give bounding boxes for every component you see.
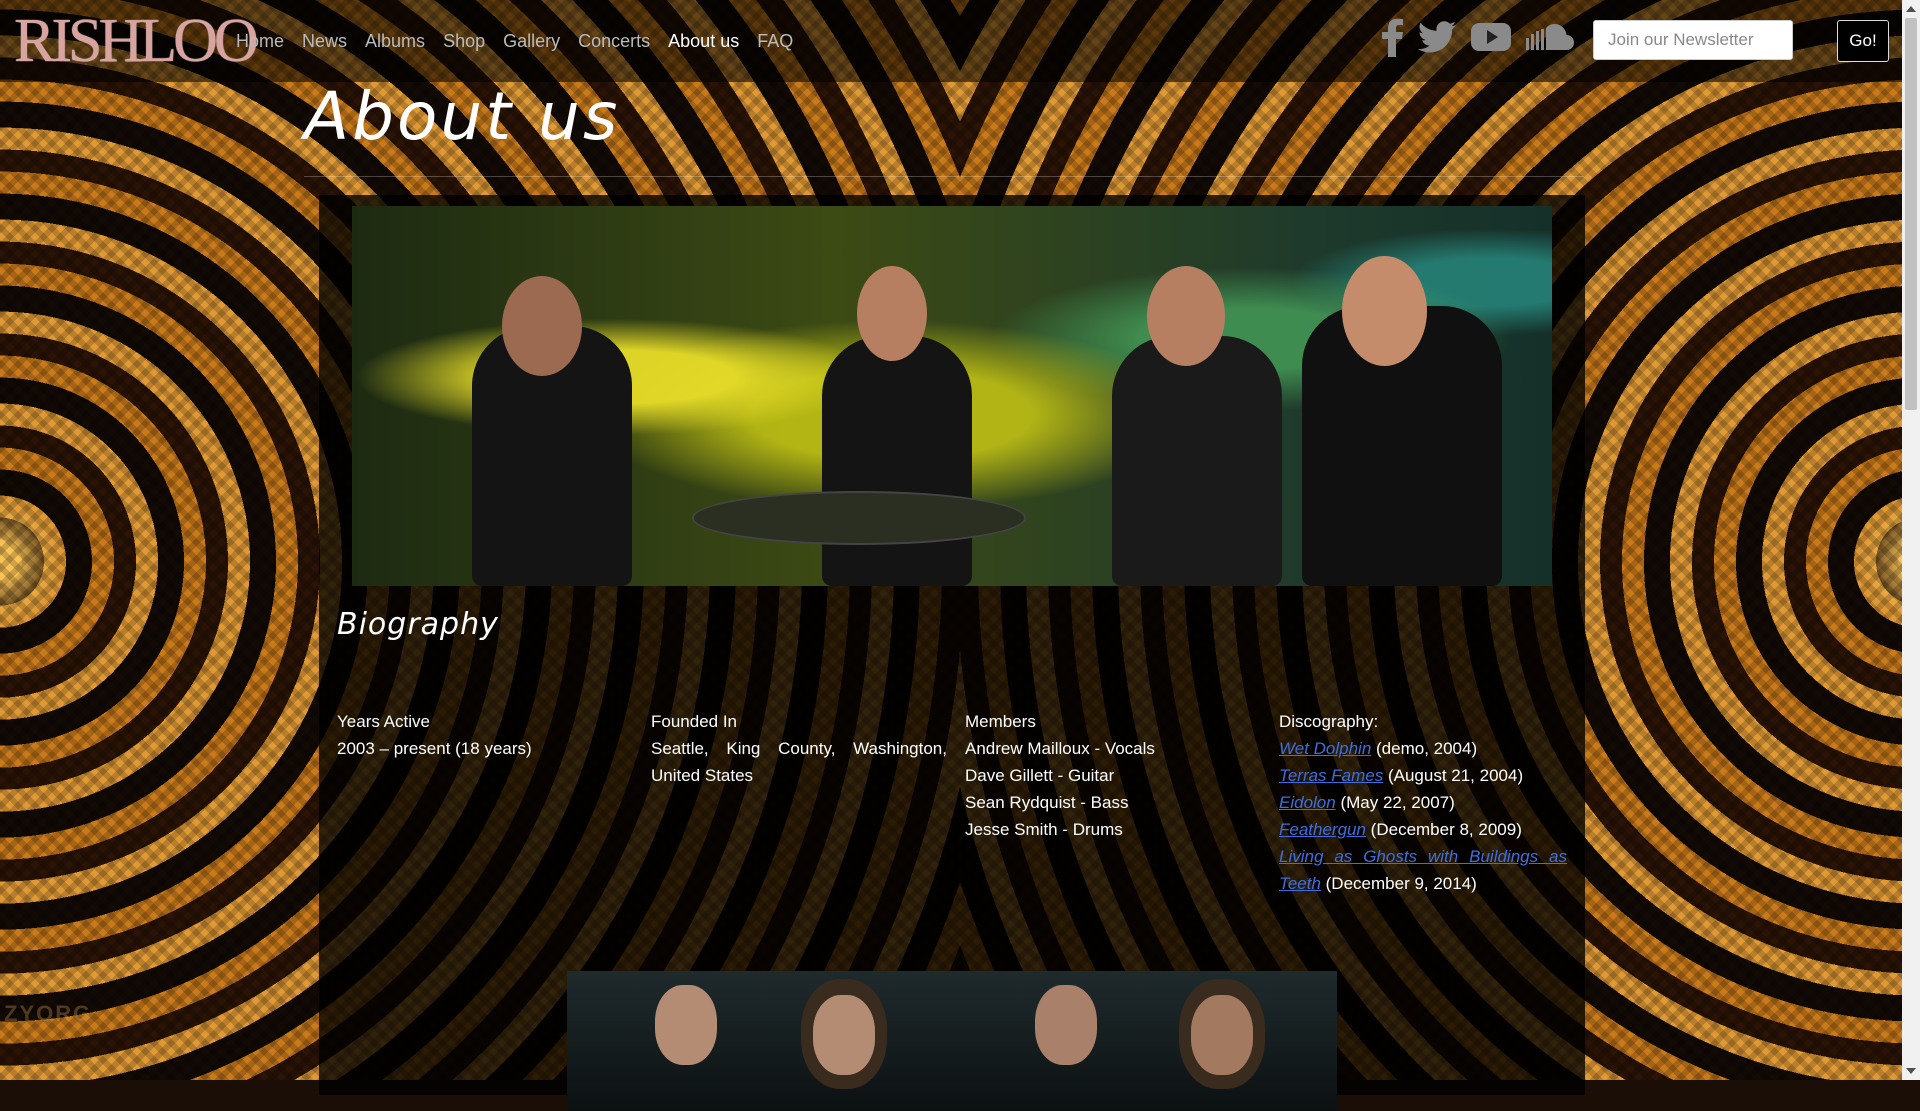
nav-news[interactable]: News (302, 31, 347, 52)
album-detail: (December 8, 2009) (1365, 820, 1522, 839)
member-item: Sean Rydquist - Bass (965, 793, 1129, 812)
nav-about-us[interactable]: About us (668, 31, 739, 52)
nav-shop[interactable]: Shop (443, 31, 485, 52)
facebook-icon[interactable] (1380, 17, 1404, 57)
band-members-photo (567, 971, 1337, 1111)
album-detail: (August 21, 2004) (1383, 766, 1524, 785)
founded-in-value: Seattle, King County, Washington, United… (651, 739, 947, 785)
biography-heading: Biography (337, 607, 499, 642)
album-detail: (demo, 2004) (1371, 739, 1478, 758)
nav-gallery[interactable]: Gallery (503, 31, 560, 52)
member-item: Dave Gillett - Guitar (965, 766, 1115, 785)
scroll-down-icon[interactable] (1906, 1068, 1916, 1074)
nav-faq[interactable]: FAQ (757, 31, 793, 52)
album-link-eidolon[interactable]: Eidolon (1279, 793, 1336, 812)
founded-in-column: Founded In Seattle, King County, Washing… (651, 708, 947, 789)
twitter-icon[interactable] (1418, 21, 1456, 53)
member-item: Andrew Mailloux - Vocals (965, 739, 1155, 758)
members-label: Members (965, 712, 1036, 731)
youtube-icon[interactable] (1470, 21, 1512, 53)
newsletter-email-input[interactable] (1593, 20, 1793, 60)
founded-in-label: Founded In (651, 712, 738, 731)
watermark: ZYORG (4, 1001, 93, 1026)
scroll-up-icon[interactable] (1906, 6, 1916, 12)
scroll-thumb[interactable] (1905, 18, 1917, 410)
album-link-feathergun[interactable]: Feathergun (1279, 820, 1366, 839)
nav-concerts[interactable]: Concerts (578, 31, 650, 52)
album-detail: (May 22, 2007) (1335, 793, 1455, 812)
nav-albums[interactable]: Albums (365, 31, 425, 52)
page-title: About us (304, 78, 621, 155)
album-link-wet-dolphin[interactable]: Wet Dolphin (1279, 739, 1371, 758)
member-item: Jesse Smith - Drums (965, 820, 1123, 839)
page-scrollbar[interactable] (1902, 0, 1920, 1080)
members-column: Members Andrew Mailloux - Vocals Dave Gi… (965, 708, 1261, 843)
discography-item: Eidolon (May 22, 2007) (1279, 789, 1567, 816)
discography-item: Terras Fames (August 21, 2004) (1279, 762, 1567, 789)
nav-home[interactable]: Home (236, 31, 284, 52)
discography-item: Feathergun (December 8, 2009) (1279, 816, 1567, 843)
main-nav: Home News Albums Shop Gallery Concerts A… (236, 0, 811, 82)
years-active-value: 2003 – present (18 years) (337, 739, 532, 758)
years-active-label: Years Active (337, 712, 430, 731)
discography-item: Wet Dolphin (demo, 2004) (1279, 735, 1567, 762)
soundcloud-icon[interactable] (1526, 24, 1574, 50)
discography-label: Discography: (1279, 712, 1379, 731)
album-link-terras-fames[interactable]: Terras Fames (1279, 766, 1383, 785)
social-links (1380, 17, 1574, 57)
top-navbar: RISHLOO Home News Albums Shop Gallery Co… (0, 0, 1902, 82)
discography-column: Discography: Wet Dolphin (demo, 2004) Te… (1279, 708, 1567, 897)
discography-item: Living as Ghosts with Buildings as Teeth… (1279, 843, 1567, 897)
title-divider (304, 176, 1584, 177)
years-active-column: Years Active 2003 – present (18 years) (337, 708, 633, 762)
newsletter-go-button[interactable]: Go! (1837, 20, 1889, 62)
band-hero-photo (352, 206, 1552, 586)
album-detail: (December 9, 2014) (1320, 874, 1477, 893)
site-logo[interactable]: RISHLOO (14, 8, 259, 74)
about-content-panel: Biography Years Active 2003 – present (1… (319, 195, 1585, 1111)
